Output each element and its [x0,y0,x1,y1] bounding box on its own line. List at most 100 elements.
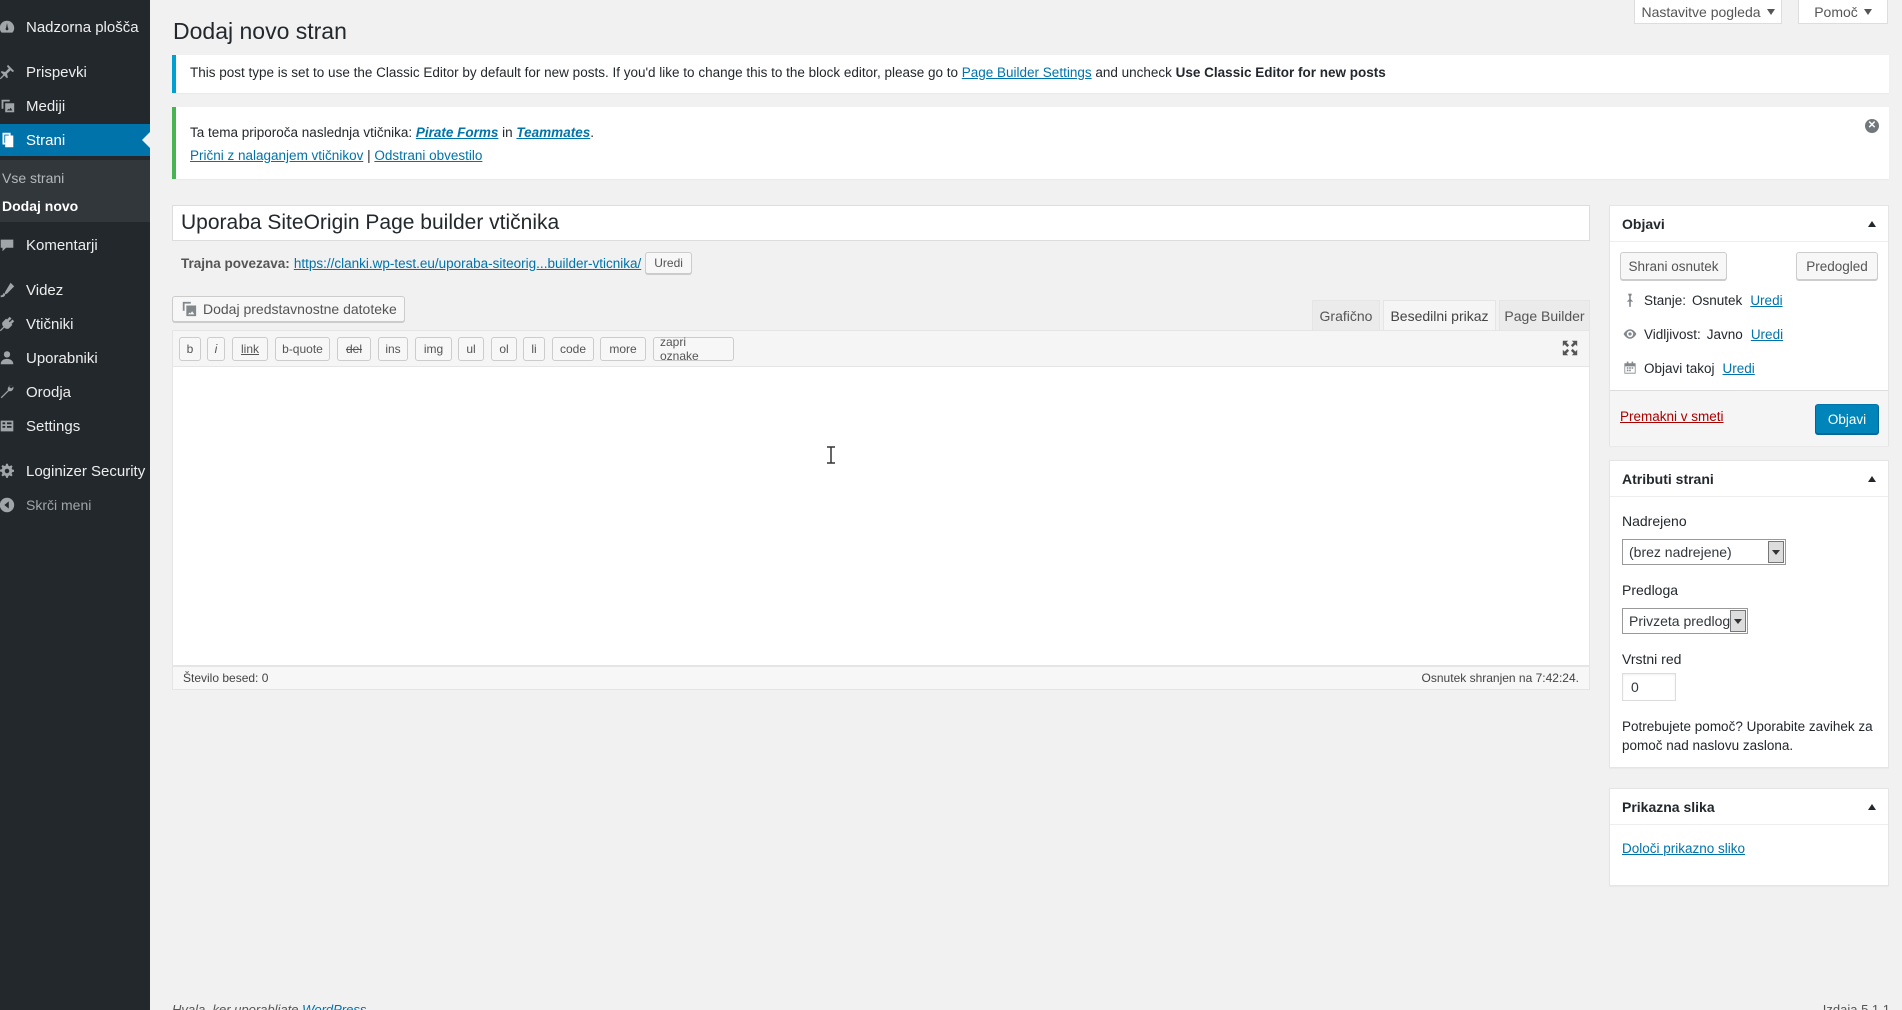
dismiss-notice-link[interactable]: Odstrani obvestilo [374,148,482,163]
publish-box-header[interactable]: Objavi [1610,206,1888,242]
move-to-trash-link[interactable]: Premakni v smeti [1620,409,1724,424]
fullscreen-icon[interactable] [1561,339,1579,357]
visibility-label: Vidljivost: [1644,326,1701,342]
notice-text: . [590,125,594,140]
notice-text: and uncheck [1091,65,1176,80]
menu-label: Nadzorna plošča [26,18,139,36]
collapse-arrow-icon[interactable] [1868,475,1876,482]
notice-line: Ta tema priporoča naslednja vtičnika: Pi… [190,125,1875,140]
qt-ul-button[interactable]: ul [458,337,484,361]
tab-text[interactable]: Besedilni prikaz [1383,300,1496,330]
menu-label: Videz [26,281,64,299]
pin-icon [0,62,26,82]
tab-visual[interactable]: Grafično [1312,300,1380,330]
qt-del-button[interactable]: del [337,337,371,361]
edit-schedule-link[interactable]: Uredi [1723,361,1755,376]
admin-sidebar: Nadzorna plošča Prispevki Mediji Strani … [0,0,150,1010]
qt-close-tags-button[interactable]: zapri oznake [653,335,734,363]
menu-item-dashboard[interactable]: Nadzorna plošča [0,11,150,43]
menu-item-plugins[interactable]: Vtičniki [0,308,150,340]
menu-label: Strani [26,131,66,149]
post-title-input[interactable]: Uporaba SiteOrigin Page builder vtičnika [172,205,1590,241]
save-draft-button[interactable]: Shrani osnutek [1620,252,1727,280]
pirate-forms-link[interactable]: Pirate Forms [416,125,499,140]
chevron-down-icon [1766,8,1775,15]
menu-label: Vtičniki [26,315,74,333]
content-textarea[interactable] [172,366,1590,666]
menu-item-users[interactable]: Uporabniki [0,342,150,374]
chevron-down-icon [1863,8,1872,15]
add-media-label: Dodaj predstavnostne datoteke [203,301,397,317]
preview-button[interactable]: Predogled [1796,252,1878,280]
collapse-arrow-icon[interactable] [1868,803,1876,810]
post-visibility: Vidljivost: Javno Uredi [1622,326,1783,342]
menu-item-loginizer[interactable]: Loginizer Security [0,455,150,487]
schedule-label: Objavi takoj [1644,360,1715,376]
collapse-arrow-icon[interactable] [1868,220,1876,227]
menu-label: Orodja [26,383,72,401]
publish-button[interactable]: Objavi [1815,404,1879,434]
qt-img-button[interactable]: img [415,337,452,361]
edit-permalink-button[interactable]: Uredi [645,252,692,274]
submenu-all-pages[interactable]: Vse strani [2,170,64,186]
status-label: Stanje: [1644,292,1687,308]
submenu-add-new[interactable]: Dodaj novo [2,198,78,214]
menu-item-settings[interactable]: Settings [0,410,150,442]
help-tab[interactable]: Pomoč [1798,0,1888,24]
attributes-box-header[interactable]: Atributi strani [1610,461,1888,497]
qt-italic-button[interactable]: i [207,337,225,361]
begin-installing-plugins-link[interactable]: Prični z nalaganjem vtičnikov [190,148,363,163]
menu-item-posts[interactable]: Prispevki [0,56,150,88]
qt-link-button[interactable]: link [232,337,268,361]
close-icon[interactable]: ✕ [1865,119,1879,133]
menu-item-appearance[interactable]: Videz [0,274,150,306]
menu-label: Mediji [26,97,66,115]
menu-item-comments[interactable]: Komentarji [0,229,150,261]
qt-more-button[interactable]: more [600,337,646,361]
menu-item-media[interactable]: Mediji [0,90,150,122]
template-label: Predloga [1622,582,1679,598]
qt-ins-button[interactable]: ins [378,337,408,361]
pages-icon [0,130,26,150]
recommended-plugins-notice: Ta tema priporoča naslednja vtičnika: Pi… [172,107,1889,179]
set-featured-image-link[interactable]: Določi prikazno sliko [1622,841,1745,856]
word-count: Število besed: 0 [183,671,269,685]
qt-code-button[interactable]: code [552,337,594,361]
edit-status-link[interactable]: Uredi [1750,293,1782,308]
menu-item-tools[interactable]: Orodja [0,376,150,408]
wordpress-link[interactable]: WordPress [302,1002,366,1010]
notice-actions: Prični z nalaganjem vtičnikov | Odstrani… [190,148,1875,163]
edit-visibility-link[interactable]: Uredi [1751,327,1783,342]
comments-icon [0,235,26,255]
featured-box-header[interactable]: Prikazna slika [1610,789,1888,825]
attributes-box-title: Atributi strani [1622,470,1714,487]
qt-bquote-button[interactable]: b-quote [275,337,330,361]
permalink-url[interactable]: https://clanki.wp-test.eu/uporaba-siteor… [294,256,641,271]
footer-text: Hvala, ker uporabljate [172,1002,303,1010]
qt-ol-button[interactable]: ol [491,337,517,361]
visibility-value: Javno [1706,326,1743,342]
editor-status-bar: Število besed: 0 Osnutek shranjen na 7:4… [172,666,1590,690]
screen-options-tab[interactable]: Nastavitve pogleda [1634,0,1782,24]
tools-icon [0,382,26,402]
menu-label: Prispevki [26,63,87,81]
post-status: Stanje: Osnutek Uredi [1622,292,1783,308]
qt-bold-button[interactable]: b [179,337,201,361]
menu-item-pages[interactable]: Strani [0,124,150,156]
notice-text: Ta tema priporoča naslednja vtičnika: [190,125,416,140]
order-input[interactable]: 0 [1622,673,1676,701]
qt-li-button[interactable]: li [523,337,545,361]
parent-select[interactable]: (brez nadrejene) [1622,539,1786,565]
collapse-arrow-icon [0,495,26,515]
tab-page-builder[interactable]: Page Builder [1499,300,1590,330]
status-value: Osnutek [1692,292,1743,308]
template-select-value: Privzeta predloga [1629,613,1738,629]
media-icon [182,301,197,317]
add-media-button[interactable]: Dodaj predstavnostne datoteke [172,296,405,322]
template-select[interactable]: Privzeta predloga [1622,608,1748,634]
dashboard-icon [0,17,26,37]
collapse-menu-button[interactable]: Skrči meni [0,489,150,521]
menu-label: Komentarji [26,236,98,254]
page-builder-settings-link[interactable]: Page Builder Settings [962,65,1092,80]
teammates-link[interactable]: Teammates [516,125,590,140]
